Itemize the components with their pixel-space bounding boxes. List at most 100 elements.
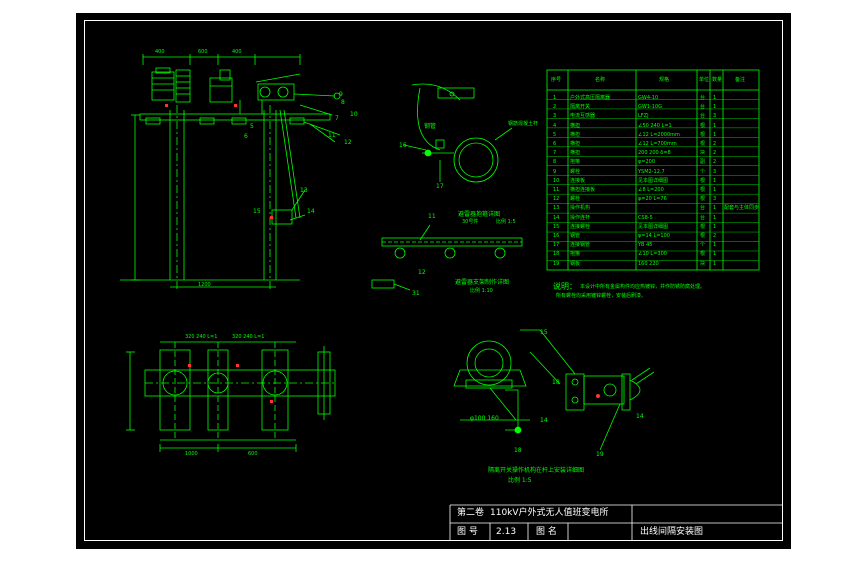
bom-cell: 台 bbox=[700, 95, 706, 101]
svg-text:6: 6 bbox=[244, 133, 248, 140]
bom-cell: 2 bbox=[713, 233, 717, 239]
svg-text:12: 12 bbox=[344, 139, 352, 146]
label-pole: 钢筋混凝土杆 bbox=[508, 121, 539, 127]
bom-cell: 台 bbox=[700, 214, 706, 221]
bom-cell: 螺栓 bbox=[570, 196, 581, 203]
bom-cell: 200 200 δ=8 bbox=[638, 150, 671, 157]
svg-text:14: 14 bbox=[636, 413, 644, 420]
bom-cell: 1 bbox=[713, 223, 717, 230]
label-steel-pipe: 钢管 bbox=[424, 123, 437, 130]
bom-cell: 户外式高压隔离器 bbox=[570, 95, 611, 101]
svg-text:13: 13 bbox=[300, 187, 308, 194]
bom-cell: 1 bbox=[553, 95, 557, 101]
bom-cell: 15 bbox=[553, 223, 560, 230]
bom-cell: 操作机构 bbox=[570, 205, 591, 212]
bom-cell: 6 bbox=[553, 141, 557, 147]
bom-cell: 见本图详细图 bbox=[638, 177, 669, 184]
bom-cell: 隔离开关 bbox=[570, 104, 591, 111]
bom-cell: 个 bbox=[700, 168, 706, 175]
callout-16: 16 bbox=[399, 142, 407, 149]
detail-c-caption: 避雷器抱箍详图 bbox=[458, 211, 501, 218]
detail-a-caption: 避雷器支架制作详图 bbox=[455, 279, 510, 286]
drawing-no: 2.13 bbox=[496, 527, 517, 537]
bom-cell: 10 bbox=[553, 177, 560, 184]
bom-cell: 14 bbox=[553, 214, 560, 221]
bom-cell: 根 bbox=[700, 177, 706, 184]
bom-cell: 连接板 bbox=[570, 177, 586, 184]
bom-cell: 2 bbox=[713, 141, 717, 147]
bom-cell: 抱箍 bbox=[570, 159, 581, 166]
bom-cell: 1 bbox=[713, 251, 717, 258]
bom-cell: 1 bbox=[713, 205, 717, 212]
bom-cell: 根 bbox=[700, 233, 706, 239]
bom-header-remark: 备注 bbox=[735, 77, 746, 83]
drawing-name: 出线间隔安装图 bbox=[640, 527, 704, 537]
plan-view bbox=[126, 341, 336, 452]
bom-cell: GW1-10G bbox=[638, 104, 663, 111]
dim-2: 600 bbox=[198, 49, 208, 55]
cad-drawing: 9 8 10 7 11 12 13 14 15 5 6 15 18 14 18 … bbox=[120, 54, 783, 541]
bom-cell: 16 bbox=[553, 233, 560, 239]
bom-cell: 11 bbox=[553, 187, 560, 193]
bom-header-no: 序号 bbox=[551, 77, 562, 83]
bom-cell: 1 bbox=[713, 214, 717, 221]
bom-cell: 配套与主体同步 bbox=[724, 205, 760, 212]
bom-cell: 1 bbox=[713, 104, 717, 111]
dim-plan-1: 320 240 L=1 bbox=[185, 334, 218, 340]
elevation-red-marks bbox=[165, 104, 273, 219]
bom-cell: 1 bbox=[713, 242, 717, 249]
callout-12: 12 bbox=[418, 269, 426, 276]
bom-cell: 台 bbox=[700, 205, 706, 212]
dim-plan-3: 1000 bbox=[185, 451, 198, 457]
bom-cell: 2 bbox=[713, 150, 717, 157]
drawing-no-label: 图 号 bbox=[457, 527, 478, 537]
detail-b-caption: 隔离开关操作机构在杆上安装详细图 bbox=[488, 467, 585, 474]
front-elevation bbox=[120, 54, 341, 290]
bom-cell: ∠10 L=300 bbox=[638, 251, 667, 258]
bom-cell: 根 bbox=[700, 223, 706, 230]
bom-cell: 连接螺栓 bbox=[570, 223, 591, 230]
bom-cell: 横担 bbox=[570, 131, 581, 138]
dim-3: 400 bbox=[232, 49, 242, 55]
svg-text:18: 18 bbox=[552, 379, 560, 386]
bom-cell: 横担 bbox=[570, 141, 581, 147]
bom-cell: 横担 bbox=[570, 150, 581, 157]
bom-cell: 螺栓 bbox=[570, 168, 581, 175]
svg-text:10: 10 bbox=[350, 111, 358, 118]
bom-cell: 根 bbox=[700, 131, 706, 138]
detail-b-red-marks bbox=[596, 394, 600, 398]
bom-cell: ∠12 L=700mm bbox=[638, 141, 677, 147]
bom-cell: 根 bbox=[700, 141, 706, 147]
detail-c-label: 30号件 bbox=[462, 219, 479, 225]
detail-b-callouts: 15 18 14 18 19 14 φ100 160 bbox=[470, 329, 644, 458]
svg-text:15: 15 bbox=[253, 208, 261, 215]
bom-cell: LFZJ bbox=[638, 113, 649, 120]
dim-4: 1200 bbox=[198, 282, 211, 288]
bom-cell: ∠8 L=200 bbox=[638, 187, 664, 193]
bom-cell: 19 bbox=[553, 260, 560, 267]
notes-line-2: 所有螺栓均采用镀锌螺栓，安装后刷漆。 bbox=[556, 293, 647, 299]
detail-mechanism bbox=[453, 329, 655, 451]
bom-cell: 横担 bbox=[570, 122, 581, 129]
bom-cell: 2 bbox=[713, 159, 717, 166]
bom-header-unit: 单位 bbox=[699, 77, 710, 83]
detail-clamp bbox=[403, 83, 513, 183]
callout-17: 17 bbox=[436, 183, 444, 190]
bom-cell: 8 bbox=[553, 159, 557, 166]
bom-cell: 1 bbox=[713, 131, 717, 138]
bom-cell: YB 45 bbox=[638, 242, 653, 249]
drawing-name-label: 图 名 bbox=[536, 527, 557, 537]
detail-b-scale: 比例 1:5 bbox=[508, 477, 532, 484]
bom-cell: ∠50 240 L=1 bbox=[638, 122, 672, 129]
bom-cell: 1 bbox=[713, 187, 717, 193]
bom-cell: 1 bbox=[713, 260, 717, 267]
bom-cell: 块 bbox=[700, 260, 706, 267]
dim-plan-4: 600 bbox=[248, 451, 258, 457]
bom-cell: 2 bbox=[553, 104, 557, 111]
bom-cell: 钢管 bbox=[570, 233, 581, 239]
callout-11: 11 bbox=[428, 213, 436, 220]
bom-cell: CS8-5 bbox=[638, 214, 653, 221]
bom-cell: 3 bbox=[553, 113, 557, 120]
bom-cell: 9 bbox=[553, 168, 557, 175]
svg-text:15: 15 bbox=[540, 329, 548, 336]
